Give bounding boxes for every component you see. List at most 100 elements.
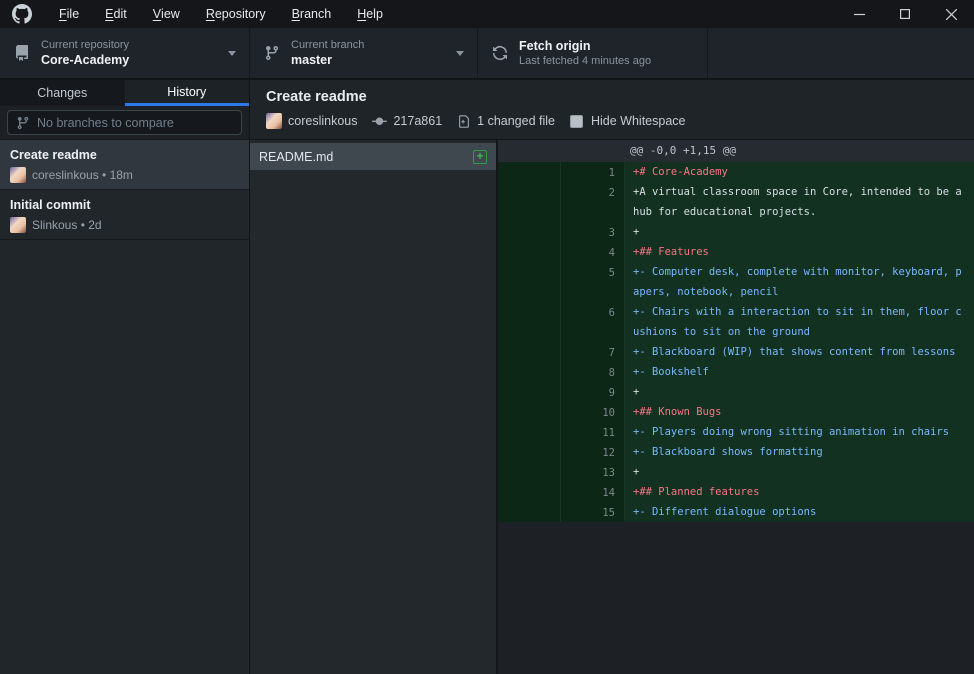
current-repository-value: Core-Academy bbox=[41, 52, 129, 68]
diff-line-number: 4 bbox=[560, 242, 624, 262]
current-repository-label: Current repository bbox=[41, 38, 129, 52]
commit-summary-title: Create readme bbox=[266, 89, 974, 105]
diff-line-content: +- Blackboard shows formatting bbox=[624, 442, 974, 462]
diff-line-row[interactable]: 3 + bbox=[498, 222, 974, 242]
diff-old-gutter bbox=[498, 302, 560, 342]
sidebar-tabs: Changes History bbox=[0, 80, 249, 106]
diff-line-row[interactable]: 10 +## Known Bugs bbox=[498, 402, 974, 422]
diff-line-row[interactable]: 12 +- Blackboard shows formatting bbox=[498, 442, 974, 462]
diff-old-gutter bbox=[498, 362, 560, 382]
branch-icon bbox=[16, 116, 30, 130]
diff-line-number: 10 bbox=[560, 402, 624, 422]
diff-line-number: 1 bbox=[560, 162, 624, 182]
current-repository-button[interactable]: Current repository Core-Academy bbox=[0, 28, 250, 78]
current-branch-value: master bbox=[291, 52, 364, 68]
diff-line-content: +- Players doing wrong sitting animation… bbox=[624, 422, 974, 442]
diff-old-gutter bbox=[498, 462, 560, 482]
diff-old-gutter bbox=[498, 382, 560, 402]
close-button[interactable] bbox=[928, 0, 974, 28]
diff-line-content: +- Blackboard (WIP) that shows content f… bbox=[624, 342, 974, 362]
commit-sha[interactable]: 217a861 bbox=[393, 114, 442, 128]
diff-line-content: +A virtual classroom space in Core, inte… bbox=[624, 182, 974, 222]
menu-item[interactable]: Edit bbox=[92, 0, 140, 28]
minimize-button[interactable] bbox=[836, 0, 882, 28]
commit-title: Create readme bbox=[10, 147, 239, 164]
repo-icon bbox=[14, 45, 30, 61]
diff-line-number: 9 bbox=[560, 382, 624, 402]
menu-item[interactable]: Branch bbox=[279, 0, 345, 28]
diff-old-gutter bbox=[498, 422, 560, 442]
diff-lines: 1 +# Core-Academy 2 +A virtual classroom… bbox=[498, 162, 974, 522]
diff-old-gutter bbox=[498, 402, 560, 422]
diff-old-gutter bbox=[498, 342, 560, 362]
menu-item[interactable]: View bbox=[140, 0, 193, 28]
current-branch-button[interactable]: Current branch master bbox=[250, 28, 478, 78]
diff-line-number: 8 bbox=[560, 362, 624, 382]
diff-line-content: +## Features bbox=[624, 242, 974, 262]
fetch-origin-title: Fetch origin bbox=[519, 38, 651, 54]
diff-line-row[interactable]: 9 + bbox=[498, 382, 974, 402]
sync-icon bbox=[492, 45, 508, 61]
changed-files-panel: README.md + bbox=[250, 140, 498, 674]
diff-line-number: 3 bbox=[560, 222, 624, 242]
diff-line-content: +- Bookshelf bbox=[624, 362, 974, 382]
commit-meta: Slinkous • 2d bbox=[32, 218, 102, 232]
tab-history[interactable]: History bbox=[125, 80, 250, 106]
commit-title: Initial commit bbox=[10, 197, 239, 214]
diff-line-row[interactable]: 2 +A virtual classroom space in Core, in… bbox=[498, 182, 974, 222]
diff-old-gutter bbox=[498, 162, 560, 182]
diff-line-row[interactable]: 13 + bbox=[498, 462, 974, 482]
diff-line-number: 6 bbox=[560, 302, 624, 342]
menu-item[interactable]: Repository bbox=[193, 0, 279, 28]
diff-line-number: 15 bbox=[560, 502, 624, 522]
changed-files-count: 1 changed file bbox=[477, 114, 555, 128]
diff-old-gutter bbox=[498, 222, 560, 242]
diff-line-row[interactable]: 5 +- Computer desk, complete with monito… bbox=[498, 262, 974, 302]
diff-old-gutter bbox=[498, 442, 560, 462]
diff-line-row[interactable]: 7 +- Blackboard (WIP) that shows content… bbox=[498, 342, 974, 362]
avatar bbox=[10, 217, 26, 233]
diff-line-number: 13 bbox=[560, 462, 624, 482]
diff-line-row[interactable]: 11 +- Players doing wrong sitting animat… bbox=[498, 422, 974, 442]
diff-line-number: 14 bbox=[560, 482, 624, 502]
fetch-origin-button[interactable]: Fetch origin Last fetched 4 minutes ago bbox=[478, 28, 708, 78]
diff-line-row[interactable]: 1 +# Core-Academy bbox=[498, 162, 974, 182]
diff-line-number: 2 bbox=[560, 182, 624, 222]
diff-line-content: +## Planned features bbox=[624, 482, 974, 502]
github-logo-icon bbox=[12, 4, 32, 24]
menu-item[interactable]: Help bbox=[344, 0, 396, 28]
branch-compare-placeholder: No branches to compare bbox=[37, 116, 174, 130]
avatar bbox=[266, 113, 282, 129]
commit-icon bbox=[372, 114, 387, 129]
hide-whitespace-label: Hide Whitespace bbox=[591, 114, 686, 128]
diff-line-row[interactable]: 6 +- Chairs with a interaction to sit in… bbox=[498, 302, 974, 342]
diff-old-gutter bbox=[498, 502, 560, 522]
hide-whitespace-control[interactable]: Hide Whitespace bbox=[570, 114, 686, 128]
fetch-origin-subtitle: Last fetched 4 minutes ago bbox=[519, 54, 651, 68]
diff-line-row[interactable]: 8 +- Bookshelf bbox=[498, 362, 974, 382]
diff-line-row[interactable]: 15 +- Different dialogue options bbox=[498, 502, 974, 522]
diff-old-gutter bbox=[498, 182, 560, 222]
menu-item[interactable]: File bbox=[46, 0, 92, 28]
file-added-icon: + bbox=[473, 150, 487, 164]
diff-old-gutter bbox=[498, 482, 560, 502]
avatar bbox=[10, 167, 26, 183]
maximize-button[interactable] bbox=[882, 0, 928, 28]
branch-compare-row: No branches to compare bbox=[0, 106, 249, 140]
diff-line-number: 5 bbox=[560, 262, 624, 302]
commit-meta: coreslinkous • 18m bbox=[32, 168, 133, 182]
branch-compare-input[interactable]: No branches to compare bbox=[7, 110, 242, 135]
commit-list-item-create-readme[interactable]: Create readme coreslinkous • 18m bbox=[0, 140, 249, 190]
changed-file-icon bbox=[457, 114, 471, 129]
diff-line-row[interactable]: 14 +## Planned features bbox=[498, 482, 974, 502]
diff-line-row[interactable]: 4 +## Features bbox=[498, 242, 974, 262]
commit-list-item-initial-commit[interactable]: Initial commit Slinkous • 2d bbox=[0, 190, 249, 240]
file-row-readme[interactable]: README.md + bbox=[250, 143, 496, 170]
tab-changes[interactable]: Changes bbox=[0, 80, 125, 106]
diff-old-gutter bbox=[498, 262, 560, 302]
diff-line-content: + bbox=[624, 222, 974, 242]
hide-whitespace-checkbox[interactable] bbox=[570, 115, 583, 128]
diff-line-content: +- Chairs with a interaction to sit in t… bbox=[624, 302, 974, 342]
diff-line-content: +- Computer desk, complete with monitor,… bbox=[624, 262, 974, 302]
diff-old-gutter bbox=[498, 242, 560, 262]
